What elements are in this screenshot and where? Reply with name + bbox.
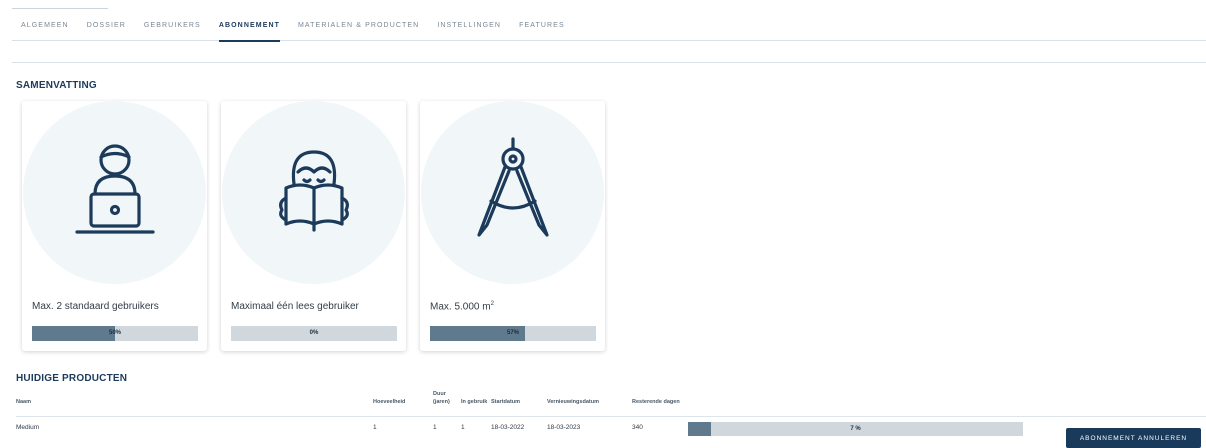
cell-remaining: 340 — [632, 416, 688, 436]
cell-in-use: 1 — [461, 416, 491, 436]
tab-materialen-producten[interactable]: MATERIALEN & PRODUCTEN — [289, 10, 428, 41]
tab-features[interactable]: FEATURES — [510, 10, 574, 41]
unit-superscript: 2 — [490, 301, 494, 307]
progress-percent: 57% — [506, 330, 519, 336]
col-header-remaining: Resterende dagen — [632, 399, 680, 405]
products-title: HUIDIGE PRODUCTEN — [16, 373, 128, 384]
tab-gebruikers[interactable]: GEBRUIKERS — [135, 10, 210, 41]
table-header-row: Naam Hoeveelheid Duur (jaren) In gebruik… — [16, 390, 1206, 417]
table-row: Medium 1 1 1 18-03-2022 18-03-2023 340 7… — [16, 416, 1206, 436]
usage-progress-bar: 0% — [231, 326, 397, 341]
card-label: Max. 5.000 m2 — [430, 301, 494, 312]
cell-renewal: 18-03-2023 — [547, 416, 632, 436]
col-header-in-use: In gebruik — [461, 399, 488, 405]
usage-progress-bar: 50% — [32, 326, 198, 341]
user-laptop-icon — [65, 140, 165, 245]
card-label: Maximaal één lees gebruiker — [231, 301, 359, 312]
col-header-quantity: Hoeveelheid — [373, 399, 406, 405]
icon-circle — [421, 101, 604, 284]
col-header-start: Startdatum — [491, 399, 521, 405]
section-divider — [12, 62, 1206, 63]
tab-abonnement[interactable]: ABONNEMENT — [210, 10, 289, 42]
products-table: Naam Hoeveelheid Duur (jaren) In gebruik… — [16, 390, 1206, 436]
cell-quantity: 1 — [373, 416, 433, 436]
progress-percent: 7 % — [850, 426, 861, 432]
reading-person-icon — [264, 140, 364, 245]
icon-circle — [23, 101, 206, 284]
compass-icon — [463, 135, 563, 250]
progress-percent: 50% — [108, 330, 121, 336]
icon-circle — [222, 101, 405, 284]
summary-card-standard-users: Max. 2 standaard gebruikers 50% — [22, 101, 207, 351]
summary-cards: Max. 2 standaard gebruikers 50% Maximaal… — [22, 101, 605, 351]
tab-algemeen[interactable]: ALGEMEEN — [12, 10, 78, 41]
progress-percent: 0% — [309, 330, 319, 336]
card-label: Max. 2 standaard gebruikers — [32, 301, 159, 312]
col-header-renewal: Vernieuwingsdatum — [547, 399, 599, 405]
cancel-subscription-button[interactable]: ABONNEMENT ANNULEREN — [1066, 428, 1201, 448]
remaining-progress-bar: 7 % — [688, 422, 1023, 436]
col-header-name: Naam — [16, 399, 31, 405]
tab-dossier[interactable]: DOSSIER — [78, 10, 135, 41]
cell-start: 18-03-2022 — [491, 416, 547, 436]
cell-name: Medium — [16, 416, 373, 436]
summary-title: SAMENVATTING — [16, 80, 97, 91]
summary-card-area: Max. 5.000 m2 57% — [420, 101, 605, 351]
cell-duration: 1 — [433, 416, 461, 436]
tab-instellingen[interactable]: INSTELLINGEN — [428, 10, 510, 41]
summary-card-read-user: Maximaal één lees gebruiker 0% — [221, 101, 406, 351]
usage-progress-bar: 57% — [430, 326, 596, 341]
col-header-duration: Duur (jaren) — [433, 391, 450, 405]
tab-bar: ALGEMEEN DOSSIER GEBRUIKERS ABONNEMENT M… — [12, 8, 1206, 42]
card-label-text: Max. 5.000 m — [430, 301, 491, 313]
col-header-progress — [688, 390, 1206, 417]
